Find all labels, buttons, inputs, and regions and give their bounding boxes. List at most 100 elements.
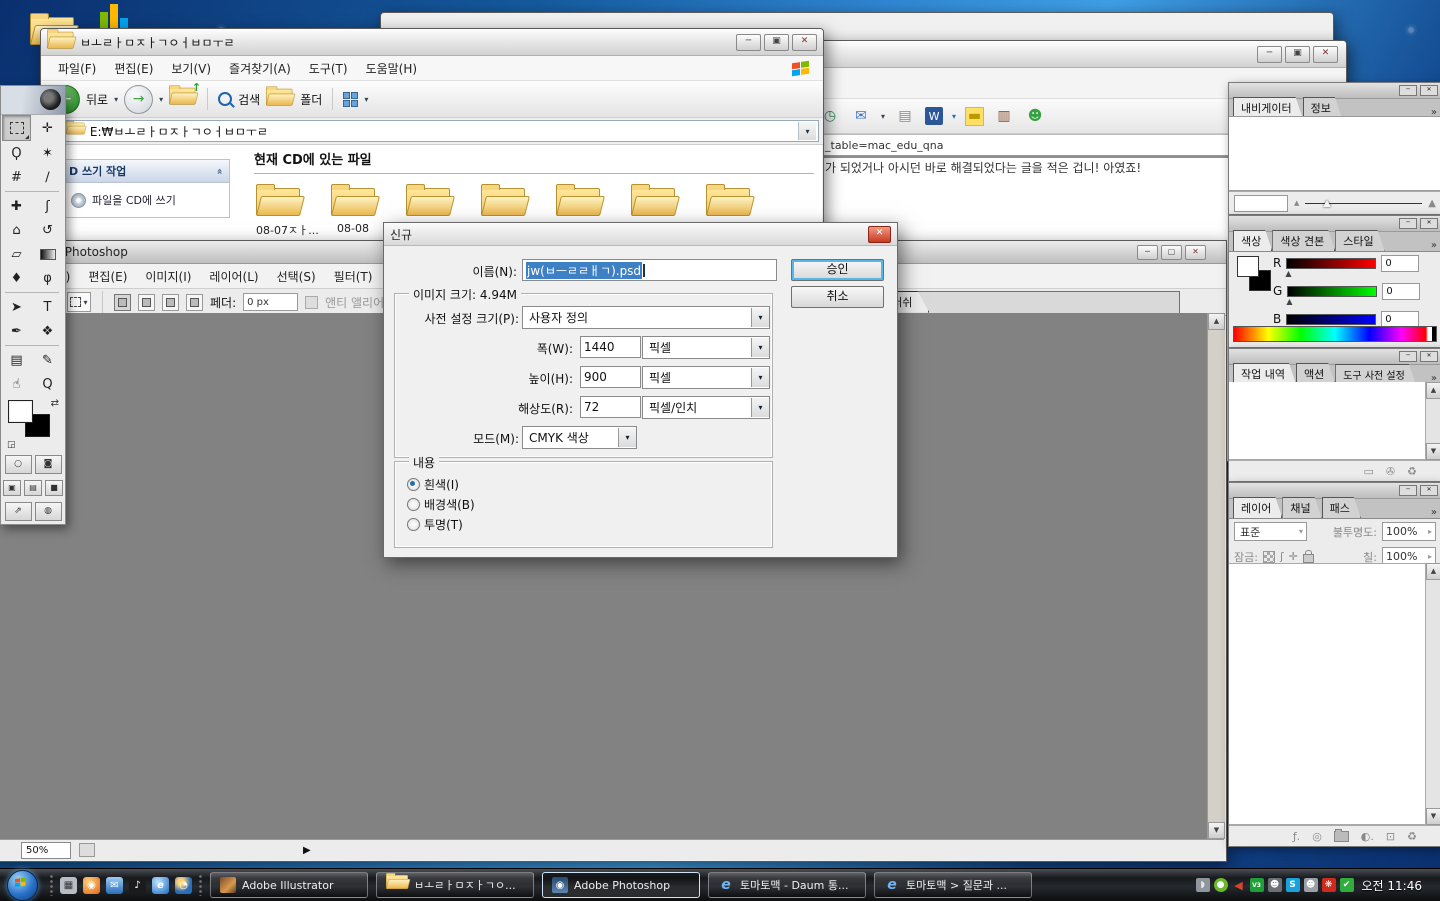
print-icon[interactable]: ▤ bbox=[894, 106, 916, 126]
green-pill-icon[interactable]: ● bbox=[1214, 878, 1228, 892]
palette-titlebar[interactable]: ─ ✕ bbox=[1229, 216, 1440, 232]
scroll-down-icon[interactable]: ▼ bbox=[1208, 822, 1225, 839]
height-unit-select[interactable]: 픽셀 ▾ bbox=[642, 366, 770, 389]
forward-button[interactable]: → bbox=[124, 85, 153, 114]
quick-mask-mode-button[interactable]: ◙ bbox=[35, 455, 62, 474]
selection-subtract-icon[interactable] bbox=[162, 294, 179, 311]
tab-paths[interactable]: 패스 bbox=[1322, 497, 1361, 518]
offline-user-icon[interactable]: ☻ bbox=[1304, 878, 1318, 892]
forward-dropdown-icon[interactable]: ▾ bbox=[159, 95, 163, 104]
white-radio[interactable] bbox=[407, 478, 420, 491]
trash-icon[interactable]: ♻ bbox=[1407, 465, 1417, 478]
tab-info[interactable]: 정보 bbox=[1303, 97, 1342, 118]
notes-icon[interactable]: ▬ bbox=[965, 107, 984, 126]
magic-wand-tool[interactable]: ✶ bbox=[34, 141, 61, 165]
folders-icon[interactable] bbox=[266, 92, 283, 105]
lasso-tool[interactable]: Ϙ bbox=[3, 141, 30, 165]
clone-stamp-tool[interactable]: ⌂ bbox=[3, 218, 30, 242]
fullscreen-menubar-button[interactable]: ▤ bbox=[24, 480, 42, 496]
zoom-level-input[interactable]: 50% bbox=[21, 842, 71, 859]
lock-all-icon[interactable] bbox=[1303, 554, 1314, 563]
layers-palette[interactable]: ─ ✕ 레이어 채널 패스 » 표준 ▾ 불투명도: 100% ▸ 잠금: ʃ … bbox=[1228, 482, 1440, 847]
history-scrollbar[interactable]: ▲ ▼ bbox=[1425, 382, 1440, 460]
skype-icon[interactable]: S bbox=[1286, 878, 1300, 892]
menu-favorites[interactable]: 즐겨찾기(A) bbox=[220, 57, 300, 80]
minimize-button[interactable]: ─ bbox=[1137, 245, 1158, 260]
desktop-app-icon[interactable] bbox=[100, 2, 130, 30]
history-brush-tool[interactable]: ↺ bbox=[34, 218, 61, 242]
dodge-tool[interactable]: φ bbox=[34, 266, 61, 290]
zoom-tool[interactable]: Q bbox=[34, 372, 61, 396]
close-button[interactable]: ✕ bbox=[1185, 245, 1206, 260]
cd-write-item[interactable]: 파일을 CD에 쓰기 bbox=[63, 183, 229, 217]
background-color-radio[interactable] bbox=[407, 498, 420, 511]
scroll-down-icon[interactable]: ▼ bbox=[1426, 443, 1440, 460]
healing-brush-tool[interactable]: ✚ bbox=[3, 194, 30, 218]
ahnlab-icon[interactable]: ❋ bbox=[1322, 878, 1336, 892]
security-check-icon[interactable]: ✔ bbox=[1340, 878, 1354, 892]
eraser-tool[interactable]: ▱ bbox=[3, 242, 30, 266]
spinner-icon[interactable]: ▸ bbox=[1428, 527, 1432, 536]
slider-thumb[interactable] bbox=[1323, 200, 1331, 207]
scroll-up-icon[interactable]: ▲ bbox=[1208, 313, 1225, 330]
start-button[interactable] bbox=[7, 870, 38, 901]
menu-view[interactable]: 보기(V) bbox=[162, 57, 220, 80]
menu-layer[interactable]: 레이어(L) bbox=[200, 265, 267, 288]
new-document-from-state-icon[interactable]: ▭ bbox=[1364, 465, 1374, 478]
close-button[interactable]: ✕ bbox=[1420, 218, 1438, 229]
minimize-button[interactable]: ─ bbox=[736, 34, 761, 51]
history-palette[interactable]: ─ ✕ 작업 내역 액션 도구 사전 설정 » ▲ ▼ ▭ ✇ ♻ bbox=[1228, 348, 1440, 482]
tab-actions[interactable]: 액션 bbox=[1296, 363, 1335, 384]
restore-button[interactable]: ▣ bbox=[764, 34, 789, 51]
path-selection-tool[interactable]: ➤ bbox=[3, 295, 30, 319]
minimize-button[interactable]: ─ bbox=[1257, 46, 1282, 63]
zoom-slider[interactable] bbox=[1305, 203, 1422, 204]
messenger-icon[interactable]: ☻ bbox=[1024, 106, 1046, 126]
close-button[interactable]: ✕ bbox=[1420, 85, 1438, 96]
collapse-button[interactable]: ─ bbox=[1399, 351, 1417, 362]
transparent-radio[interactable] bbox=[407, 518, 420, 531]
menu-filter[interactable]: 필터(T) bbox=[325, 265, 382, 288]
views-icon[interactable] bbox=[343, 92, 358, 107]
shape-tool[interactable]: ❖ bbox=[34, 319, 61, 343]
tab-styles[interactable]: 스타일 bbox=[1335, 230, 1384, 251]
resolution-input[interactable]: 72 bbox=[580, 396, 641, 418]
gradient-tool[interactable] bbox=[34, 242, 61, 266]
task-button-illustrator[interactable]: Adobe Illustrator bbox=[210, 872, 368, 898]
ok-button[interactable]: 승인 bbox=[791, 259, 884, 281]
menu-edit[interactable]: 편집(E) bbox=[79, 265, 136, 288]
mail-icon[interactable]: ✉ bbox=[850, 106, 872, 126]
selection-intersect-icon[interactable] bbox=[186, 294, 203, 311]
itunes-icon[interactable]: ♪ bbox=[129, 877, 146, 894]
collapse-button[interactable]: ─ bbox=[1399, 85, 1417, 96]
menu-image[interactable]: 이미지(I) bbox=[136, 265, 200, 288]
imageready-icon[interactable]: ◍ bbox=[35, 502, 62, 521]
task-button-browser-1[interactable]: e 토마토맥 - Daum 통... bbox=[708, 872, 866, 898]
dialog-titlebar[interactable]: 신규 ✕ bbox=[384, 223, 897, 246]
search-label[interactable]: 검색 bbox=[238, 91, 260, 108]
new-layer-icon[interactable]: ⊡ bbox=[1386, 830, 1395, 843]
zoom-percent-input[interactable] bbox=[1234, 195, 1288, 212]
palette-titlebar[interactable]: ─ ✕ bbox=[1229, 83, 1440, 99]
red-slider[interactable]: ▲ bbox=[1286, 258, 1376, 269]
crop-tool[interactable]: # bbox=[3, 165, 30, 189]
back-dropdown-icon[interactable]: ▾ bbox=[114, 95, 118, 104]
blend-mode-select[interactable]: 표준 ▾ bbox=[1234, 522, 1307, 541]
cancel-button[interactable]: 취소 bbox=[791, 286, 884, 308]
winamp-icon[interactable]: ◉ bbox=[83, 877, 100, 894]
research-icon[interactable]: ▥ bbox=[993, 106, 1015, 126]
selection-new-icon[interactable] bbox=[114, 294, 131, 311]
trash-icon[interactable]: ♻ bbox=[1407, 830, 1417, 843]
photoshop-toolbox[interactable]: ✛ Ϙ ✶ # ∕ ✚ ʃ ⌂ ↺ ▱ ♦ φ ➤ T ✒ ❖ ▤ ✎ ☝ Q … bbox=[0, 85, 66, 525]
green-value-input[interactable]: 0 bbox=[1382, 283, 1420, 300]
standard-screen-button[interactable]: ▣ bbox=[3, 480, 21, 496]
move-tool[interactable]: ✛ bbox=[34, 116, 61, 140]
navigator-palette[interactable]: ─ ✕ 내비게이터 정보 » ▲ ▲ bbox=[1228, 82, 1440, 215]
collapse-chevron-icon[interactable]: » bbox=[214, 168, 225, 174]
close-icon[interactable]: ✕ bbox=[868, 226, 891, 243]
tab-history[interactable]: 작업 내역 bbox=[1233, 363, 1296, 384]
lock-position-icon[interactable]: ✛ bbox=[1289, 550, 1298, 563]
zoom-out-icon[interactable]: ▲ bbox=[1294, 199, 1299, 207]
swap-colors-icon[interactable]: ⇄ bbox=[51, 398, 59, 409]
up-folder-button[interactable]: ↑ bbox=[169, 87, 197, 112]
